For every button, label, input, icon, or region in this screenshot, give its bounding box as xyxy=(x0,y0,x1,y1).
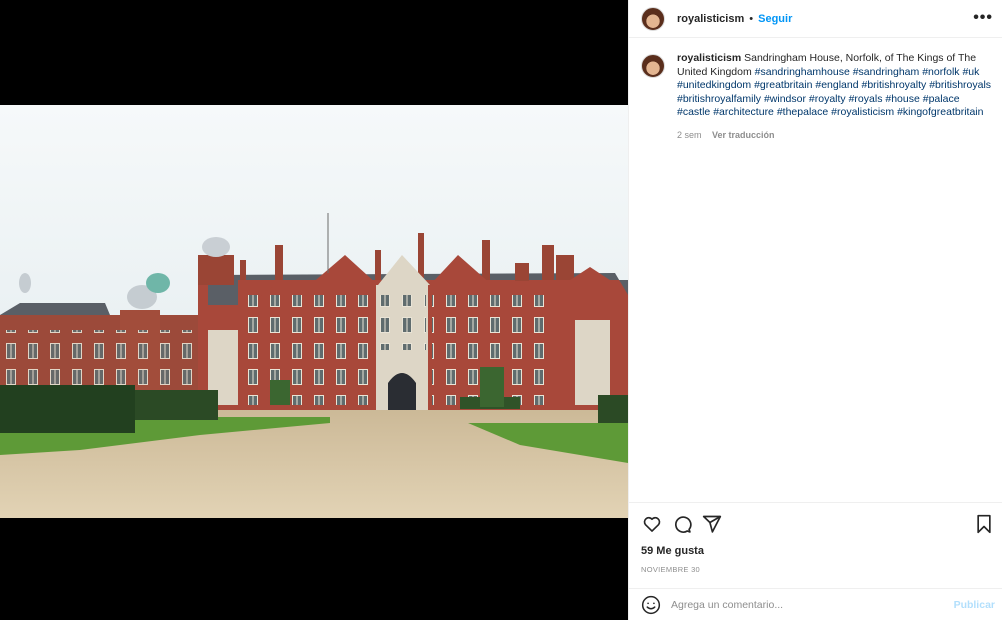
emoji-icon[interactable] xyxy=(641,595,661,615)
hashtag-link[interactable]: #britishroyalfamily xyxy=(677,93,761,105)
hashtag-link[interactable]: #britishroyalty xyxy=(862,79,927,91)
hashtag-link[interactable]: #royals xyxy=(849,93,883,105)
caption-username[interactable]: royalisticism xyxy=(677,52,741,64)
post-photo[interactable] xyxy=(0,105,628,518)
caption-body: royalisticism Sandringham House, Norfolk… xyxy=(677,52,993,143)
publish-button[interactable]: Publicar xyxy=(954,599,995,611)
hashtag-link[interactable]: #house xyxy=(885,93,919,105)
comment-input[interactable] xyxy=(671,598,941,611)
share-icon[interactable] xyxy=(701,513,723,535)
caption-meta: 2 sem Ver traducción xyxy=(677,129,993,143)
hashtag-link[interactable]: #thepalace xyxy=(777,106,828,118)
avatar[interactable] xyxy=(641,6,665,31)
more-options-icon[interactable]: ••• xyxy=(973,8,993,28)
hashtag-link[interactable]: #britishroyals xyxy=(929,79,991,91)
comment-icon[interactable] xyxy=(671,513,693,535)
hashtag-link[interactable]: #royalisticism xyxy=(831,106,894,118)
caption-avatar[interactable] xyxy=(641,54,665,78)
hashtag-link[interactable]: #uk xyxy=(962,66,979,78)
hashtag-link[interactable]: #sandringhamhouse xyxy=(755,66,850,78)
hashtag-link[interactable]: #unitedkingdom xyxy=(677,79,751,91)
hashtag-link[interactable]: #greatbritain xyxy=(754,79,812,91)
hashtag-link[interactable]: #kingofgreatbritain xyxy=(897,106,983,118)
bookmark-icon[interactable] xyxy=(973,513,995,535)
post-side-panel: royalisticism • Seguir ••• royalisticism… xyxy=(628,0,1002,620)
hashtag-link[interactable]: #sandringham xyxy=(853,66,920,78)
likes-count[interactable]: 59 Me gusta xyxy=(641,545,704,557)
actions-area: 59 Me gusta NOVIEMBRE 30 xyxy=(629,502,1002,588)
hashtag-link[interactable]: #england xyxy=(815,79,858,91)
hashtag-link[interactable]: #architecture xyxy=(713,106,774,118)
caption: royalisticism Sandringham House, Norfolk… xyxy=(641,52,993,143)
post-media xyxy=(0,0,628,620)
hashtag-link[interactable]: #castle xyxy=(677,106,710,118)
hashtag-link[interactable]: #palace xyxy=(923,93,960,105)
post-date: NOVIEMBRE 30 xyxy=(641,565,701,574)
hashtag-link[interactable]: #royalty xyxy=(809,93,846,105)
comment-bar: Publicar xyxy=(629,588,1002,620)
separator-dot: • xyxy=(749,12,754,25)
hashtag-link[interactable]: #windsor xyxy=(764,93,806,105)
follow-button[interactable]: Seguir xyxy=(758,13,792,25)
time-ago: 2 sem xyxy=(677,129,702,140)
post-header: royalisticism • Seguir ••• xyxy=(629,0,1002,38)
heart-icon[interactable] xyxy=(641,513,663,535)
action-bar xyxy=(641,513,731,535)
hashtag-link[interactable]: #norfolk xyxy=(922,66,959,78)
header-username[interactable]: royalisticism xyxy=(677,13,744,25)
see-translation-button[interactable]: Ver traducción xyxy=(712,130,775,140)
